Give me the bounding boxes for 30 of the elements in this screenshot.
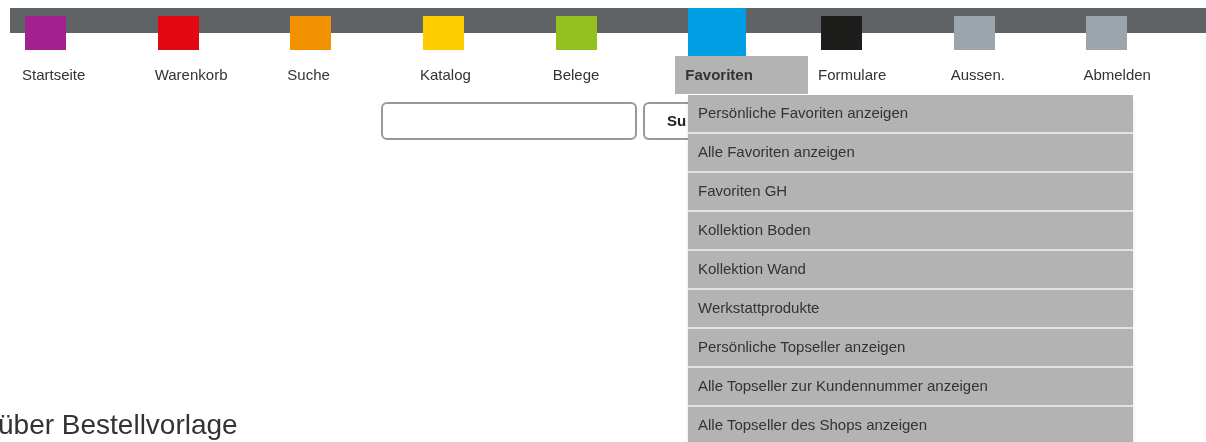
nav-link[interactable]: Warenkorb: [144, 56, 228, 94]
nav-color-tile[interactable]: [423, 16, 464, 50]
nav-link[interactable]: Suche: [277, 56, 330, 94]
nav-link[interactable]: Favoriten: [675, 56, 809, 94]
nav-color-tile[interactable]: [290, 16, 332, 50]
nav-link[interactable]: Aussen.: [940, 56, 1005, 94]
section-heading: über Bestellvorlage: [0, 409, 238, 440]
nav-link[interactable]: Startseite: [12, 56, 86, 94]
nav-link[interactable]: Formulare: [808, 56, 887, 94]
nav-color-tile[interactable]: [821, 16, 863, 50]
dropdown-item[interactable]: Kollektion Boden: [688, 212, 1133, 251]
dropdown-item[interactable]: Alle Favoriten anzeigen: [688, 134, 1133, 173]
dropdown-item[interactable]: Persönliche Favoriten anzeigen: [688, 95, 1133, 134]
nav-link[interactable]: Belege: [542, 56, 600, 94]
dropdown-item[interactable]: Alle Topseller des Shops anzeigen: [688, 407, 1133, 442]
nav-color-tile[interactable]: [157, 16, 199, 50]
nav-color-tile[interactable]: [688, 8, 747, 56]
dropdown-item[interactable]: Werkstattprodukte: [688, 290, 1133, 329]
search-button[interactable]: Su: [643, 102, 688, 140]
nav-color-tile[interactable]: [25, 16, 66, 50]
dropdown-item[interactable]: Alle Topseller zur Kundennummer anzeigen: [688, 368, 1133, 407]
search-field[interactable]: [381, 102, 637, 140]
dropdown-item[interactable]: Persönliche Topseller anzeigen: [688, 329, 1133, 368]
dropdown-item[interactable]: Kollektion Wand: [688, 251, 1133, 290]
nav-color-tile[interactable]: [555, 16, 597, 50]
dropdown-item[interactable]: Favoriten GH: [688, 173, 1133, 212]
nav-link[interactable]: Katalog: [410, 56, 471, 94]
nav-color-tile[interactable]: [1086, 16, 1128, 50]
nav-color-tile[interactable]: [953, 16, 995, 50]
nav-link[interactable]: Abmelden: [1073, 56, 1151, 94]
